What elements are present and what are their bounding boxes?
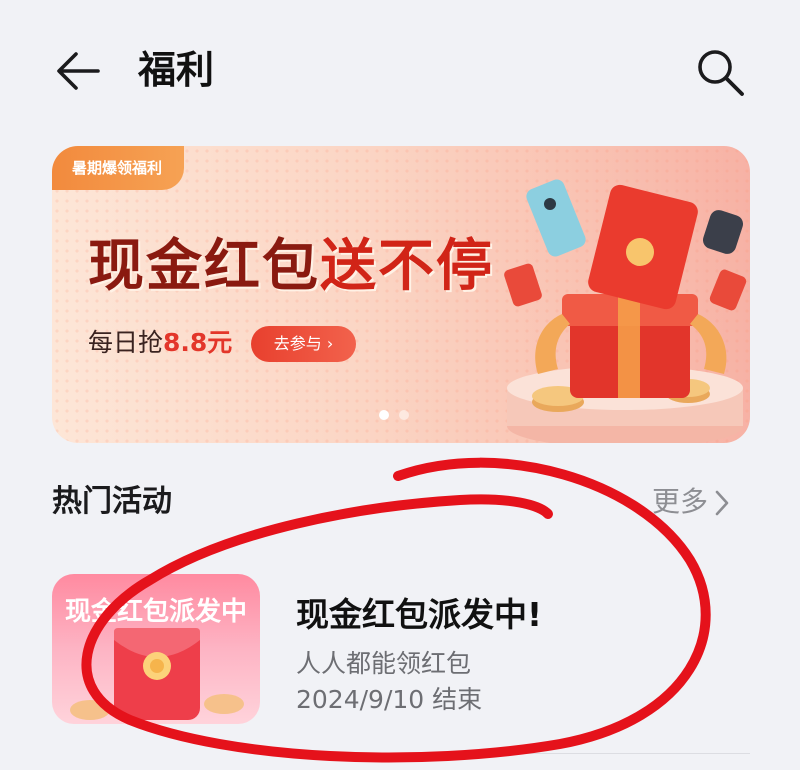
more-label: 更多 [652,485,709,518]
activity-title: 现金红包派发中! [296,595,543,634]
activity-item[interactable]: 现金红包派发中 现金红包派发中! 人人都能领红包 2024/9/10 结束 [52,570,750,760]
back-button[interactable] [52,45,104,97]
arrow-left-icon [57,52,100,90]
activity-thumbnail: 现金红包派发中 [52,574,260,724]
banner-amount: 8.8元 [163,328,233,357]
promo-banner[interactable]: 暑期爆领福利 现金红包送不停 每日抢8.8元 去参与 › [52,146,750,443]
pager-dot [399,410,409,420]
banner-sub-prefix: 每日抢 [88,328,164,357]
gift-box-illustration [504,179,747,443]
search-icon [698,50,744,96]
section-title-hot: 热门活动 [52,484,172,519]
chevron-right-icon [715,490,729,516]
join-button[interactable]: 去参与 › [251,326,356,362]
page-title: 福利 [138,48,215,92]
search-button[interactable] [692,44,748,100]
activity-description: 人人都能领红包 [296,649,472,678]
divider [296,753,750,754]
banner-headline-main: 现金红包 [88,233,320,299]
red-envelope-icon [70,628,244,720]
banner-subtitle: 每日抢8.8元 [88,326,232,360]
banner-tag: 暑期爆领福利 [52,146,185,190]
header: 福利 [0,0,800,140]
pager-dot-active [379,410,389,420]
banner-headline: 现金红包送不停 [88,232,494,300]
more-link[interactable]: 更多 [652,482,730,522]
carousel-pager [379,405,419,420]
activity-end-date: 2024/9/10 结束 [296,685,483,714]
banner-headline-suffix: 送不停 [320,233,494,299]
